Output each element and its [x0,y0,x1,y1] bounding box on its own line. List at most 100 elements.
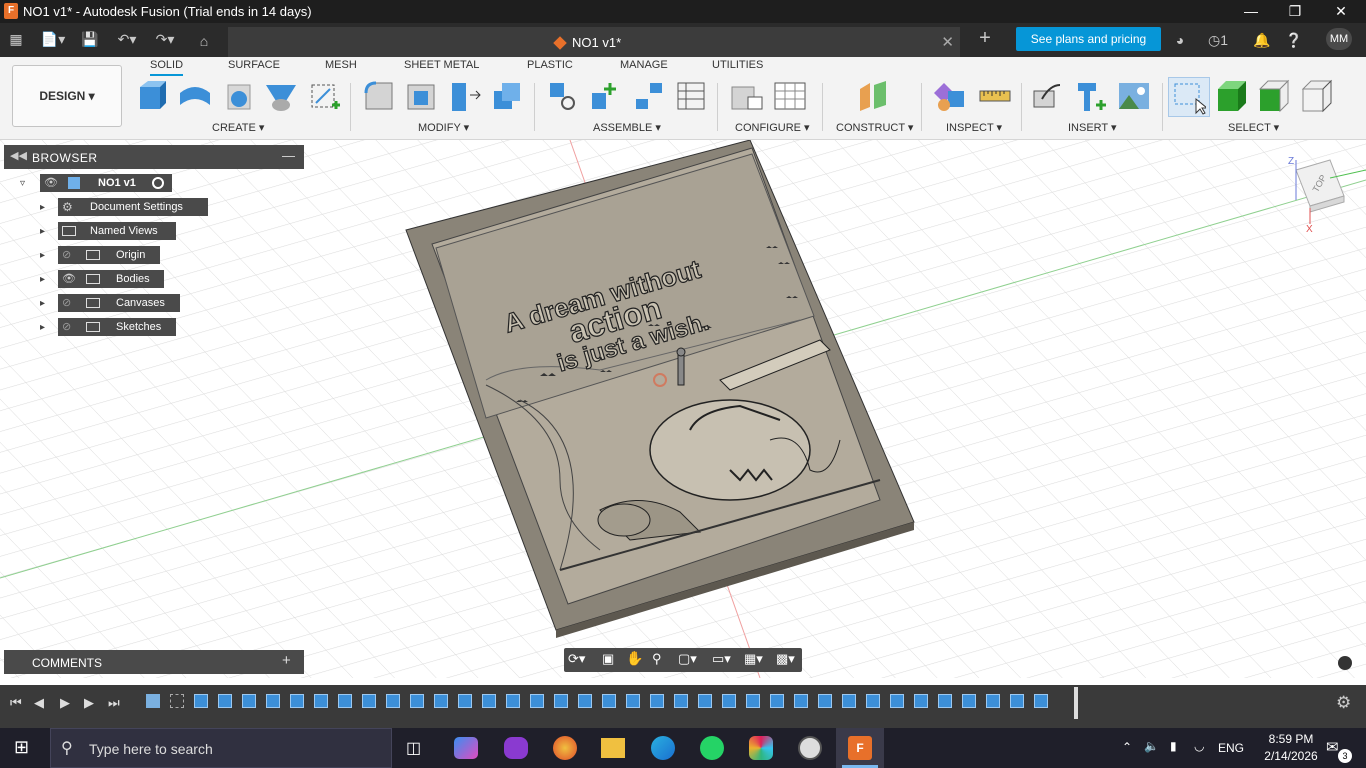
timeline-feature[interactable] [530,694,544,708]
hidden-eye-icon[interactable]: ⊘ [62,296,71,309]
go-to-end-icon[interactable]: ⏭ [108,695,120,711]
firefox-icon[interactable] [553,736,577,760]
redo-icon[interactable]: ↷▾ [150,29,180,49]
minimize-button[interactable]: — [1228,0,1274,23]
timeline-feature[interactable] [914,694,928,708]
browser-root-node[interactable]: 👁 NO1 v1 [40,174,172,192]
timeline-feature[interactable] [1010,694,1024,708]
timeline-feature[interactable] [434,694,448,708]
battery-icon[interactable]: ▮ [1170,739,1177,753]
as-built-joint-icon[interactable] [632,79,666,113]
assemble-menu[interactable]: ASSEMBLE ▾ [593,121,661,134]
fusion-taskbar-button[interactable]: F [836,728,884,768]
create-menu[interactable]: CREATE ▾ [212,121,264,134]
tray-overflow-icon[interactable]: ⌃ [1122,740,1132,754]
timeline-feature[interactable] [314,694,328,708]
sweep-icon[interactable] [264,79,298,113]
expand-canvases-icon[interactable]: ▸ [40,299,50,309]
collapse-panel-icon[interactable]: ◀◀ [10,149,27,162]
timeline-feature[interactable] [746,694,760,708]
edge-icon[interactable] [651,736,675,760]
browser-item-bodies[interactable]: 👁 Bodies [58,270,164,288]
browser-item-named-views[interactable]: Named Views [58,222,176,240]
app-grid-icon[interactable]: ▦ [6,29,26,49]
select-face-icon[interactable] [1256,79,1290,113]
tab-sheet-metal[interactable]: SHEET METAL [404,59,479,71]
expand-root-icon[interactable]: ▿ [20,179,30,189]
browser-item-document-settings[interactable]: ⚙ Document Settings [58,198,208,216]
timeline-feature[interactable] [698,694,712,708]
timeline-feature[interactable] [338,694,352,708]
timeline-canvas-feature[interactable] [146,694,160,708]
configure-menu[interactable]: CONFIGURE ▾ [735,121,810,134]
tab-solid[interactable]: SOLID [150,59,184,76]
tab-plastic[interactable]: PLASTIC [527,59,573,71]
insert-menu[interactable]: INSERT ▾ [1068,121,1117,134]
interference-icon[interactable] [934,79,968,113]
browser-panel-header[interactable]: ◀◀ BROWSER — [4,145,304,169]
timeline-feature[interactable] [962,694,976,708]
user-avatar[interactable]: MM [1326,28,1352,50]
timeline-feature[interactable] [890,694,904,708]
timeline-feature[interactable] [362,694,376,708]
construct-menu[interactable]: CONSTRUCT ▾ [836,121,913,134]
timeline-feature[interactable] [218,694,232,708]
viewport[interactable]: A dream without action is just a wish. T… [0,140,1366,678]
tab-manage[interactable]: MANAGE [620,59,668,71]
timeline-feature[interactable] [410,694,424,708]
timeline-feature[interactable] [554,694,568,708]
timeline-feature[interactable] [842,694,856,708]
jobs-status[interactable]: ◷1 [1204,30,1232,50]
workspace-switcher[interactable]: DESIGN ▾ [12,65,122,127]
visibility-eye-icon[interactable]: 👁 [44,176,58,189]
timeline-feature[interactable] [194,694,208,708]
timeline-feature[interactable] [650,694,664,708]
insert-mcmaster-icon[interactable] [1074,79,1108,113]
new-component-assemble-icon[interactable] [546,79,580,113]
browser-item-sketches[interactable]: ⊘ Sketches [58,318,176,336]
comments-panel-header[interactable]: COMMENTS + [4,650,304,674]
combine-icon[interactable] [490,79,524,113]
tab-mesh[interactable]: MESH [325,59,357,71]
press-pull-icon[interactable] [448,79,482,113]
timeline-marker[interactable] [1074,687,1078,719]
play-icon[interactable]: ▶ [60,695,70,711]
hidden-eye-icon[interactable]: ⊘ [62,320,71,333]
select-tool-active[interactable] [1168,77,1210,117]
look-at-icon[interactable]: ▣ [602,651,614,667]
minimize-panel-icon[interactable]: — [282,148,295,163]
clock-date[interactable]: 2/14/2026 [1258,749,1324,763]
undo-icon[interactable]: ↶▾ [112,29,142,49]
go-to-start-icon[interactable]: ⏮ [10,695,22,711]
insert-derive-icon[interactable] [1030,79,1064,113]
timeline-feature[interactable] [674,694,688,708]
expand-sketches-icon[interactable]: ▸ [40,323,50,333]
timeline-sketch-feature[interactable] [170,694,184,708]
hidden-eye-icon[interactable]: ⊘ [62,248,71,261]
home-icon[interactable]: ⌂ [194,31,214,51]
add-comment-icon[interactable]: + [282,652,291,669]
expand-bodies-icon[interactable]: ▸ [40,275,50,285]
slack-icon[interactable] [749,736,773,760]
motion-link-icon[interactable] [674,79,708,113]
expand-document-settings-icon[interactable]: ▸ [40,203,50,213]
fit-icon[interactable]: ▢▾ [678,651,697,667]
select-menu[interactable]: SELECT ▾ [1228,121,1279,134]
timeline-feature[interactable] [986,694,1000,708]
whatsapp-icon[interactable] [700,736,724,760]
file-menu-icon[interactable]: 📄▾ [38,29,68,49]
zoom-icon[interactable]: ⚲ [652,651,662,667]
notification-center-icon[interactable]: ✉ [1326,738,1339,756]
timeline-feature[interactable] [938,694,952,708]
activate-radio-icon[interactable] [152,177,164,189]
visibility-eye-icon[interactable]: 👁 [62,272,76,285]
pan-icon[interactable]: ✋ [626,650,643,667]
select-body-icon[interactable] [1214,79,1248,113]
viewports-icon[interactable]: ▩▾ [776,651,795,667]
help-hint-icon[interactable] [1338,656,1352,670]
timeline-feature[interactable] [458,694,472,708]
network-icon[interactable]: ◡ [1194,739,1204,753]
tab-surface[interactable]: SURFACE [228,59,280,71]
timeline-feature[interactable] [602,694,616,708]
insert-canvas-icon[interactable] [1117,79,1151,113]
